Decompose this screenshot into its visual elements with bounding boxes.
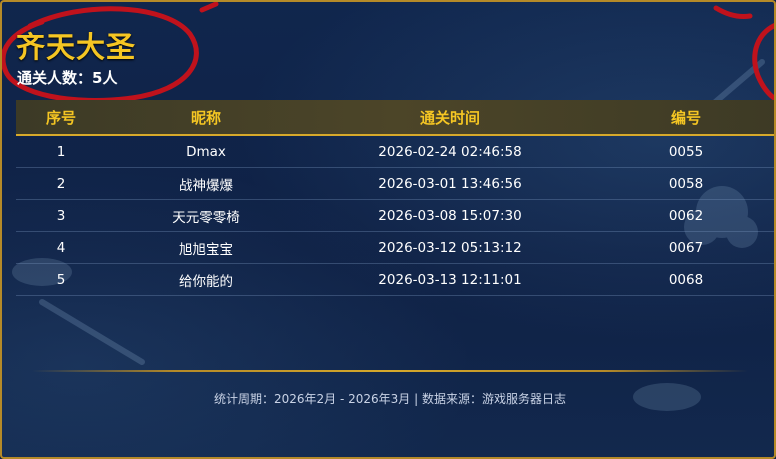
page-title: 齐天大圣 — [16, 30, 137, 64]
clear-time-cell: 2026-03-01 13:46:56 — [378, 175, 522, 192]
nickname-cell: 旭旭宝宝 — [179, 241, 233, 258]
table-row: 1 Dmax 2026-02-24 02:46:58 0055 — [16, 136, 774, 168]
rank-cell: 5 — [56, 271, 66, 288]
red-circle-marker-right — [752, 23, 774, 101]
rank-cell: 1 — [56, 143, 66, 160]
gold-divider — [32, 370, 748, 372]
table-row: 5 给你能的 2026-03-13 12:11:01 0068 — [16, 264, 774, 296]
id-cell: 0062 — [668, 207, 704, 224]
nickname-cell: 天元零零椅 — [172, 209, 240, 226]
id-cell: 0067 — [668, 239, 704, 256]
id-cell: 0068 — [668, 271, 704, 288]
nickname-cell: 战神爆爆 — [179, 177, 233, 194]
table-row: 2 战神爆爆 2026-03-01 13:46:56 0058 — [16, 168, 774, 200]
column-header-nickname: 昵称 — [190, 108, 221, 127]
column-header-rank: 序号 — [45, 108, 76, 127]
nickname-cell: Dmax — [186, 143, 226, 160]
column-header-id: 编号 — [670, 108, 701, 127]
clear-time-cell: 2026-03-12 05:13:12 — [378, 239, 522, 256]
rank-cell: 4 — [56, 239, 66, 256]
clear-time-cell: 2026-02-24 02:46:58 — [378, 143, 522, 160]
leaderboard-table: 序号 昵称 通关时间 编号 1 Dmax 2026-02-24 02:46:58… — [16, 100, 774, 296]
clear-count-label: 通关人数：5人 — [17, 69, 118, 87]
nickname-cell: 给你能的 — [179, 273, 233, 290]
id-cell: 0058 — [668, 175, 704, 192]
footer-note: 统计周期：2026年2月 - 2026年3月 | 数据来源：游戏服务器日志 — [214, 392, 566, 406]
clear-time-cell: 2026-03-13 12:11:01 — [378, 271, 522, 288]
column-header-clear-time: 通关时间 — [419, 108, 480, 127]
rank-cell: 3 — [56, 207, 66, 224]
table-row: 3 天元零零椅 2026-03-08 15:07:30 0062 — [16, 200, 774, 232]
rank-cell: 2 — [56, 175, 66, 192]
table-header: 序号 昵称 通关时间 编号 — [16, 100, 774, 136]
table-row: 4 旭旭宝宝 2026-03-12 05:13:12 0067 — [16, 232, 774, 264]
clear-time-cell: 2026-03-08 15:07:30 — [378, 207, 522, 224]
leaderboard-panel: 齐天大圣 通关人数：5人 序号 昵称 通关时间 编号 1 Dmax 2026-0… — [0, 0, 776, 459]
id-cell: 0055 — [668, 143, 704, 160]
staff-decoration-left — [39, 299, 145, 365]
